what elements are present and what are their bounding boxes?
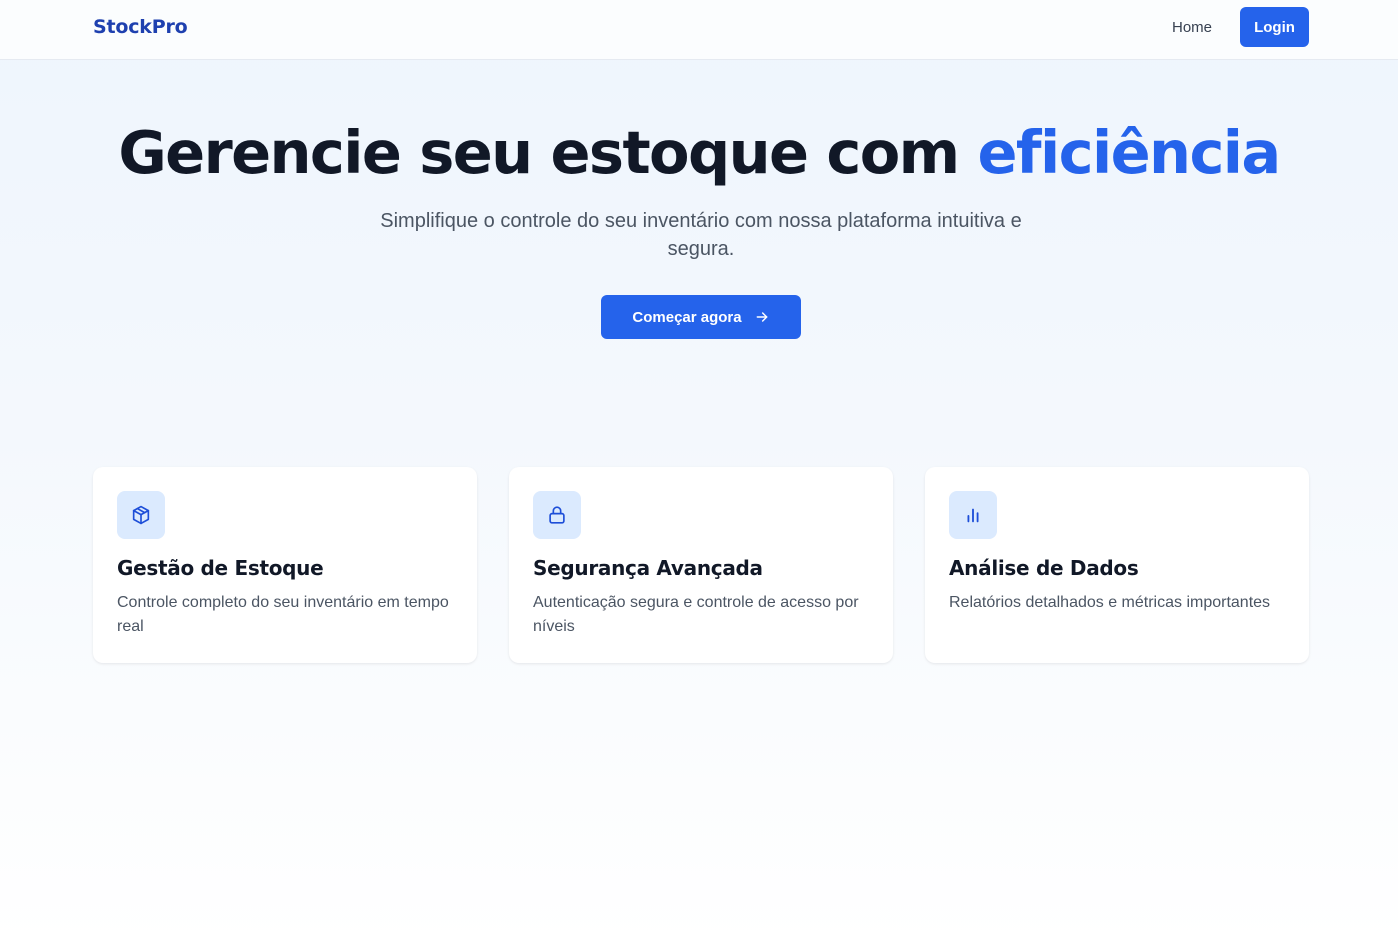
hero-title-accent: eficiência: [977, 118, 1282, 187]
feature-description: Controle completo do seu inventário em t…: [117, 594, 449, 635]
feature-card-analytics: Análise de Dados Relatórios detalhados e…: [925, 467, 1309, 663]
box-icon: [132, 505, 150, 525]
navbar: StockPro Home Login: [0, 0, 1398, 60]
get-started-button[interactable]: Começar agora: [601, 295, 801, 339]
get-started-label: Começar agora: [632, 308, 742, 326]
feature-icon-container: [949, 491, 997, 539]
logo[interactable]: StockPro: [93, 16, 188, 38]
hero-title-main: Gerencie seu estoque com: [118, 118, 978, 187]
bar-chart-icon: [967, 508, 979, 523]
login-button[interactable]: Login: [1240, 7, 1309, 47]
arrow-right-icon: [756, 312, 768, 322]
feature-title: Segurança Avançada: [533, 556, 763, 580]
feature-description: Relatórios detalhados e métricas importa…: [949, 594, 1271, 611]
feature-icon-container: [533, 491, 581, 539]
feature-title: Análise de Dados: [949, 556, 1139, 580]
feature-title: Gestão de Estoque: [117, 556, 324, 580]
feature-card-security: Segurança Avançada Autenticação segura e…: [509, 467, 893, 663]
feature-icon-container: [117, 491, 165, 539]
nav-home-link[interactable]: Home: [1172, 19, 1212, 36]
lock-icon: [549, 506, 565, 524]
feature-description: Autenticação segura e controle de acesso…: [533, 594, 859, 635]
hero-subtitle: Simplifique o controle do seu inventário…: [380, 210, 1022, 260]
feature-card-inventory: Gestão de Estoque Controle completo do s…: [93, 467, 477, 663]
hero-title: Gerencie seu estoque com eficiência: [0, 114, 1398, 192]
